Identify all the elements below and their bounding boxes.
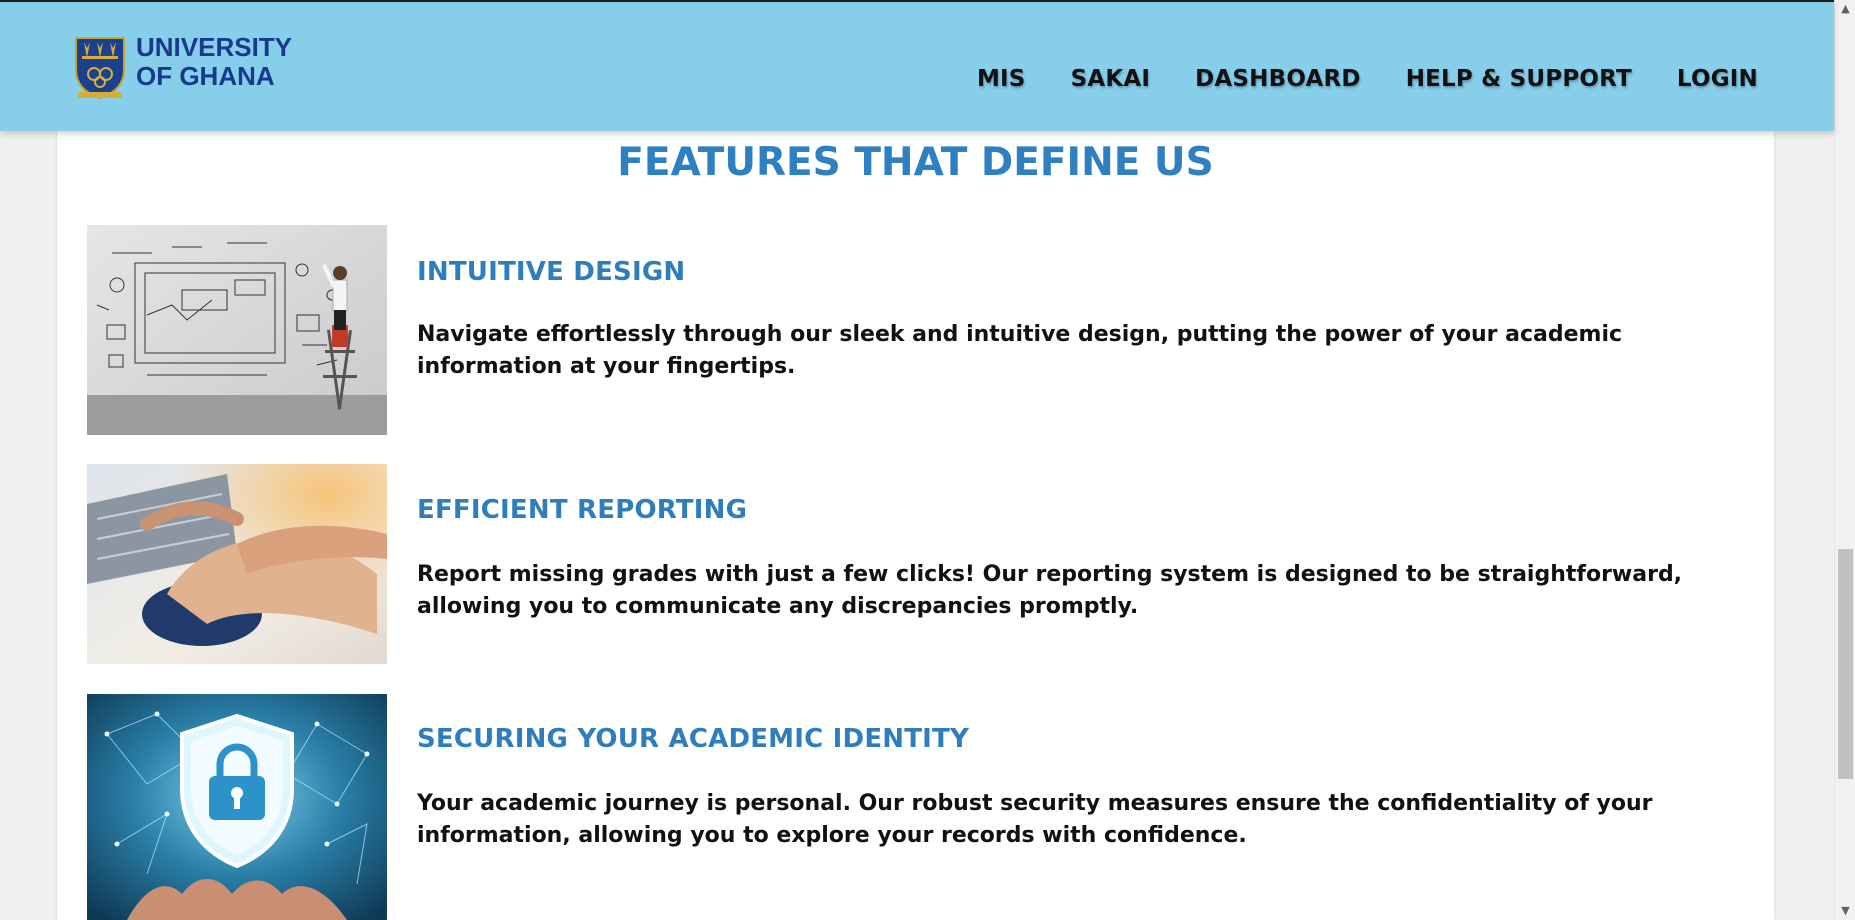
nav-link-help-support[interactable]: HELP & SUPPORT	[1406, 66, 1632, 92]
feature-description: Your academic journey is personal. Our r…	[417, 791, 1653, 848]
features-heading: FEATURES THAT DEFINE US	[617, 140, 1214, 185]
feature-heading: SECURING YOUR ACADEMIC IDENTITY	[417, 724, 970, 754]
feature-description: Navigate effortlessly through our sleek …	[417, 322, 1623, 379]
main-nav: MIS SAKAI DASHBOARD HELP & SUPPORT LOGIN	[977, 66, 1758, 92]
logo-text-line2: OF GHANA	[136, 61, 275, 91]
scroll-up-arrow-icon[interactable]: ▲	[1835, 0, 1855, 18]
whiteboard-sketch-image	[87, 225, 387, 435]
feature-heading: EFFICIENT REPORTING	[417, 495, 748, 525]
feature-heading: INTUITIVE DESIGN	[417, 257, 686, 287]
scrollbar-thumb[interactable]	[1838, 549, 1853, 779]
nav-link-login[interactable]: LOGIN	[1677, 66, 1758, 92]
feature-intuitive-design: INTUITIVE DESIGN Navigate effortlessly t…	[87, 225, 1747, 435]
nav-link-sakai[interactable]: SAKAI	[1071, 66, 1151, 92]
vertical-scrollbar[interactable]: ▲ ▼	[1834, 0, 1855, 920]
nav-link-mis[interactable]: MIS	[977, 66, 1026, 92]
hand-on-mouse-image	[87, 464, 387, 664]
feature-efficient-reporting: EFFICIENT REPORTING Report missing grade…	[87, 464, 1747, 664]
security-shield-lock-image	[87, 694, 387, 920]
feature-description: Report missing grades with just a few cl…	[417, 562, 1683, 619]
university-logo[interactable]: UNIVERSITY OF GHANA	[72, 32, 293, 100]
nav-link-dashboard[interactable]: DASHBOARD	[1195, 66, 1361, 92]
top-navbar: UNIVERSITY OF GHANA MIS SAKAI DASHBOARD …	[0, 0, 1834, 131]
scroll-down-arrow-icon[interactable]: ▼	[1835, 902, 1855, 920]
feature-securing-identity: SECURING YOUR ACADEMIC IDENTITY Your aca…	[87, 694, 1747, 920]
logo-text-line1: UNIVERSITY	[136, 32, 293, 62]
crest-icon	[75, 37, 125, 100]
